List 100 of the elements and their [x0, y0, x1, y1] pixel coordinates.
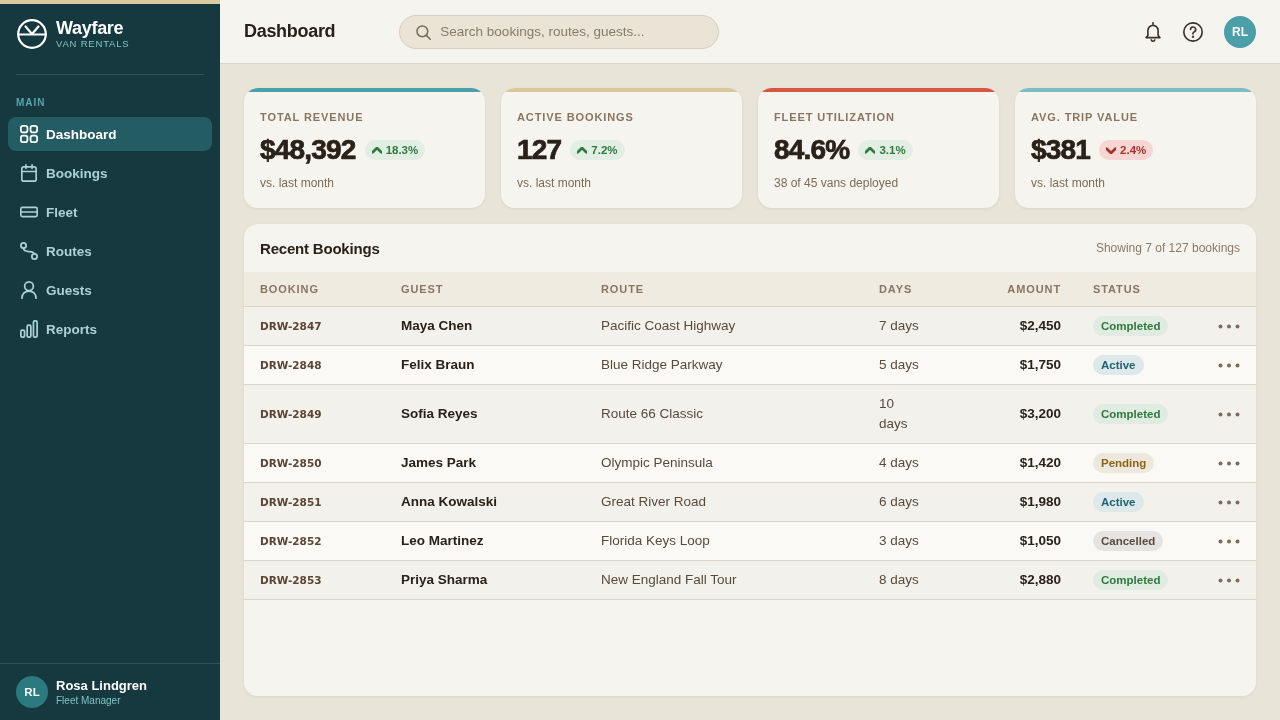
user-name: Rosa Lindgren — [56, 677, 147, 694]
column-header: ROUTE — [601, 283, 644, 295]
route-name: Great River Road — [601, 493, 707, 511]
status-badge: Completed — [1093, 316, 1169, 336]
chevron-up-icon — [577, 146, 588, 154]
page-title: Dashboard — [244, 21, 336, 42]
booking-id: DRW-2850 — [260, 456, 322, 471]
stat-value: $381 — [1031, 134, 1091, 166]
guest-name: Sofia Reyes — [401, 405, 478, 423]
trip-days: 8 days — [879, 570, 919, 590]
guest-name: Felix Braun — [401, 356, 475, 374]
stat-note: vs. last month — [1031, 176, 1106, 190]
trip-days: 3 days — [879, 531, 919, 551]
amount: $1,050 — [1019, 532, 1061, 550]
trip-days: 5 days — [879, 355, 919, 375]
nav-item[interactable]: Fleet — [8, 195, 212, 229]
stat-value: 127 — [517, 134, 562, 166]
stat-label: ACTIVE BOOKINGS — [517, 111, 634, 124]
panel-summary: Showing 7 of 127 bookings — [1095, 241, 1240, 255]
column-header: GUEST — [401, 283, 444, 295]
help-icon[interactable] — [1183, 21, 1203, 42]
status-badge: Pending — [1093, 453, 1155, 473]
more-icon[interactable] — [1218, 499, 1240, 505]
booking-id: DRW-2847 — [260, 319, 322, 334]
trip-days: 6 days — [879, 492, 919, 512]
guest-name: Priya Sharma — [401, 571, 488, 589]
route-name: New England Fall Tour — [601, 571, 737, 589]
route-name: Route 66 Classic — [601, 405, 704, 423]
booking-id: DRW-2849 — [260, 407, 322, 422]
amount: $1,980 — [1019, 493, 1061, 511]
grid-icon — [20, 125, 38, 143]
search-icon — [416, 24, 432, 40]
trend-value: 7.2% — [591, 144, 618, 156]
amount: $3,200 — [1019, 405, 1061, 423]
trend-value: 2.4% — [1120, 144, 1147, 156]
booking-id: DRW-2851 — [260, 495, 322, 510]
route-name: Blue Ridge Parkway — [601, 356, 723, 374]
stat-label: AVG. TRIP VALUE — [1031, 111, 1138, 124]
amount: $2,880 — [1019, 571, 1061, 589]
stat-value: 84.6% — [774, 134, 850, 166]
more-icon[interactable] — [1218, 362, 1240, 368]
amount: $2,450 — [1019, 317, 1061, 335]
nav-item[interactable]: Bookings — [8, 156, 212, 190]
status-badge: Completed — [1093, 570, 1169, 590]
status-badge: Cancelled — [1093, 531, 1164, 551]
trip-days: 4 days — [879, 453, 919, 473]
bell-icon[interactable] — [1144, 21, 1162, 42]
trend-value: 18.3% — [385, 144, 419, 156]
stat-note: vs. last month — [517, 176, 592, 190]
amount: $1,420 — [1019, 454, 1061, 472]
status-badge: Active — [1093, 355, 1144, 375]
column-header: BOOKING — [260, 283, 319, 295]
booking-id: DRW-2853 — [260, 573, 322, 588]
stat-note: 38 of 45 vans deployed — [774, 176, 899, 190]
brand-name: Wayfare — [56, 18, 124, 38]
more-icon[interactable] — [1218, 323, 1240, 329]
trip-days: 10 days — [879, 394, 923, 434]
trend-value: 3.1% — [879, 144, 906, 156]
route-name: Pacific Coast Highway — [601, 317, 736, 335]
column-header: STATUS — [1093, 283, 1141, 295]
route-icon — [20, 242, 38, 260]
booking-id: DRW-2852 — [260, 534, 322, 549]
chevron-up-icon — [865, 146, 876, 154]
route-name: Florida Keys Loop — [601, 532, 710, 550]
nav-item[interactable]: Dashboard — [8, 117, 212, 151]
brand-tagline: VAN RENTALS — [56, 38, 130, 50]
more-icon[interactable] — [1218, 411, 1240, 417]
nav-item[interactable]: Guests — [8, 273, 212, 307]
user-avatar[interactable]: RL — [16, 676, 48, 708]
stat-label: TOTAL REVENUE — [260, 111, 364, 124]
more-icon[interactable] — [1218, 538, 1240, 544]
chevron-up-icon — [371, 146, 382, 154]
calendar-icon — [20, 164, 38, 182]
route-name: Olympic Peninsula — [601, 454, 713, 472]
stat-value: $48,392 — [260, 134, 356, 166]
search-field[interactable]: Search bookings, routes, guests... — [399, 14, 720, 49]
nav-item[interactable]: Routes — [8, 234, 212, 268]
person-icon — [20, 281, 38, 299]
booking-id: DRW-2848 — [260, 358, 322, 373]
logo-icon — [17, 19, 47, 49]
guest-name: Anna Kowalski — [401, 493, 498, 511]
chevron-down-icon — [1106, 146, 1117, 154]
stat-label: FLEET UTILIZATION — [774, 111, 895, 124]
section-label: MAIN — [16, 97, 46, 109]
more-icon[interactable] — [1218, 577, 1240, 583]
guest-name: James Park — [401, 454, 477, 472]
status-badge: Active — [1093, 492, 1144, 512]
guest-name: Leo Martinez — [401, 532, 484, 550]
status-badge: Completed — [1093, 404, 1169, 424]
guest-name: Maya Chen — [401, 317, 473, 335]
stat-note: vs. last month — [260, 176, 335, 190]
trip-days: 7 days — [879, 316, 919, 336]
nav-item[interactable]: Reports — [8, 312, 212, 346]
panel-title: Recent Bookings — [260, 239, 380, 257]
user-role: Fleet Manager — [56, 694, 121, 707]
amount: $1,750 — [1019, 356, 1061, 374]
column-header: AMOUNT — [1007, 283, 1061, 295]
bar-chart-icon — [20, 320, 38, 338]
more-icon[interactable] — [1218, 460, 1240, 466]
column-header: DAYS — [879, 283, 913, 295]
